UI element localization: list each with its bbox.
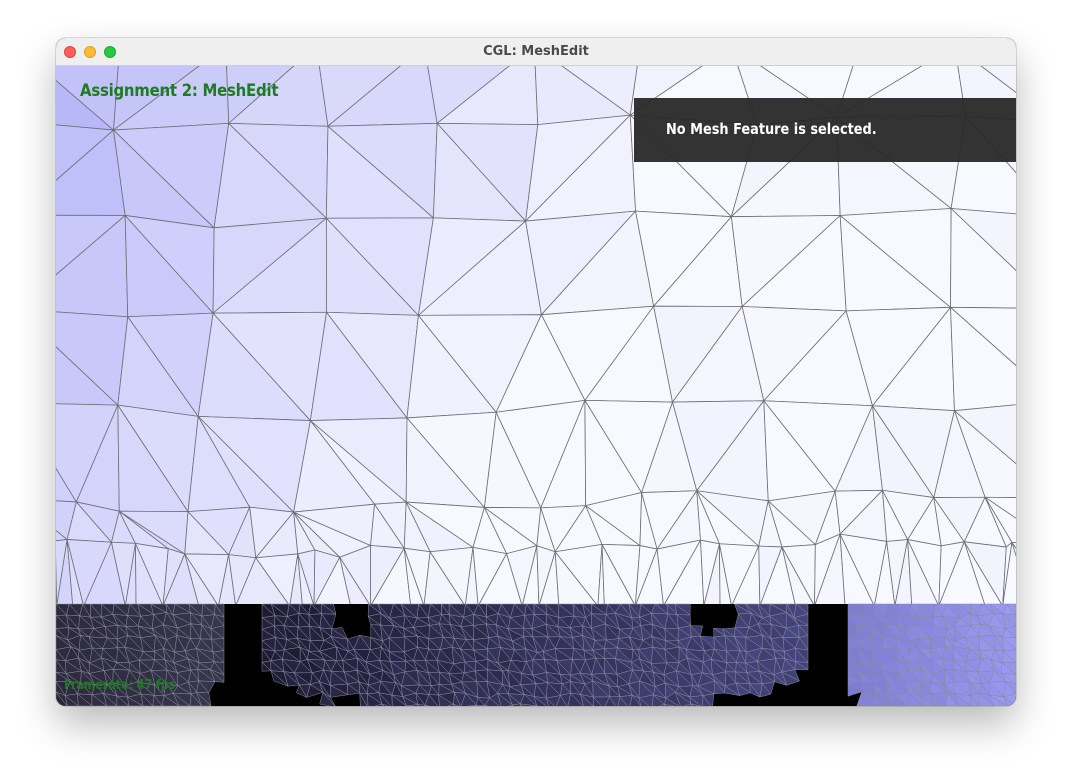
lower-mesh-region — [56, 603, 1016, 706]
selection-status-text: No Mesh Feature is selected. — [666, 120, 877, 138]
assignment-heading: Assignment 2: MeshEdit — [80, 81, 279, 101]
mesh-viewport[interactable]: Assignment 2: MeshEdit No Mesh Feature i… — [56, 66, 1016, 706]
mesh-canvas[interactable] — [56, 66, 1016, 706]
app-window: CGL: MeshEdit Assignment 2: MeshEdit No … — [56, 38, 1016, 706]
framerate-readout: Framerate: 47 fps — [64, 678, 176, 693]
selection-info-panel: No Mesh Feature is selected. — [634, 98, 1016, 162]
window-title: CGL: MeshEdit — [483, 44, 589, 59]
title-bar[interactable]: CGL: MeshEdit — [56, 38, 1016, 66]
